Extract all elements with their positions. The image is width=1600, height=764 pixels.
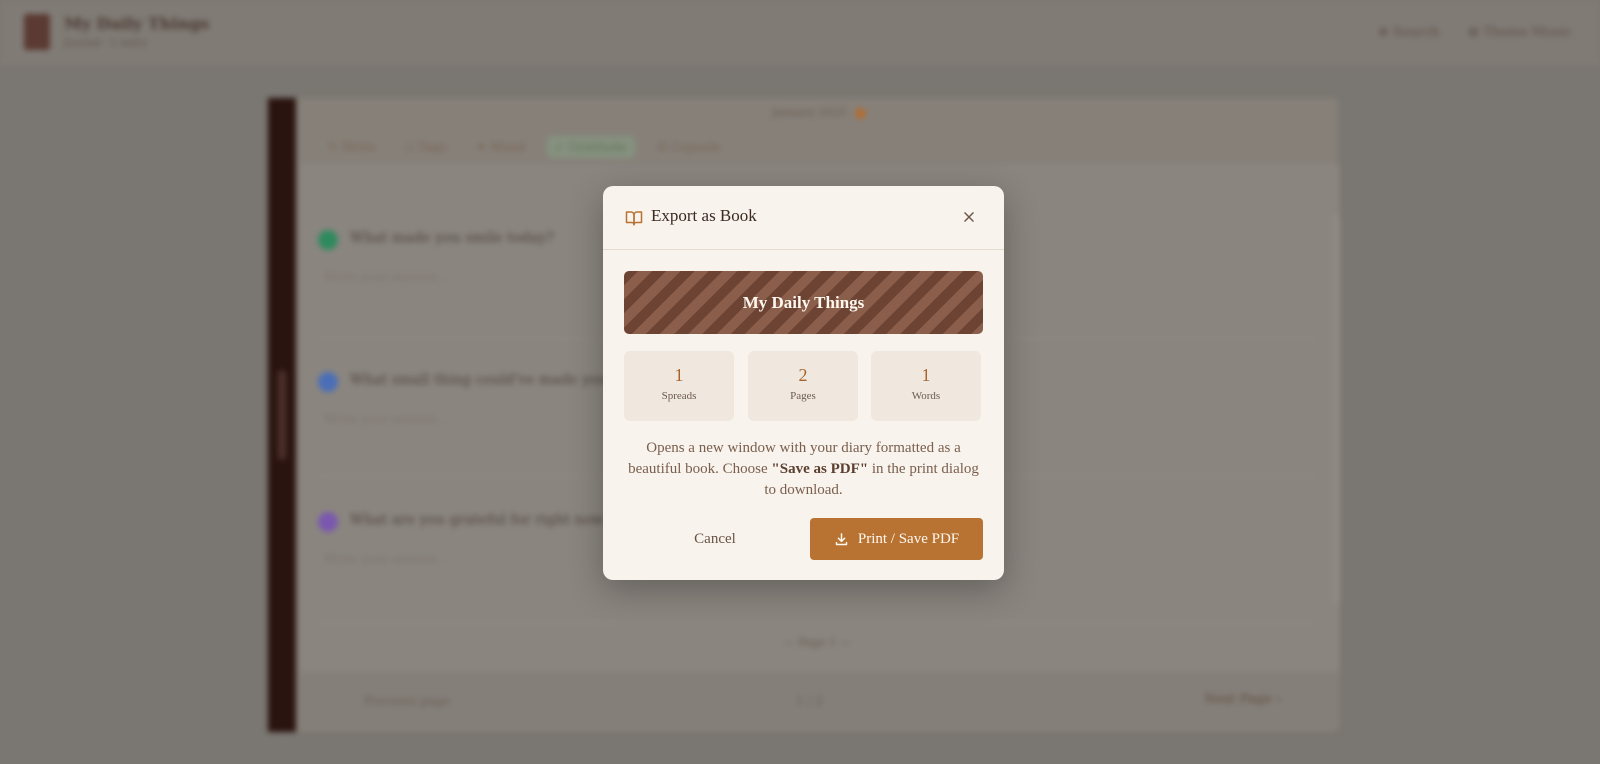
stat-value: 1 bbox=[674, 365, 684, 385]
date-chip: January 2025 bbox=[772, 106, 847, 119]
next-page-button[interactable]: Next Page › bbox=[1204, 692, 1281, 707]
book-open-icon bbox=[625, 209, 643, 227]
scrollbar[interactable] bbox=[1332, 214, 1340, 604]
stat-value: 2 bbox=[798, 365, 808, 385]
app-title: My Daily Things bbox=[64, 14, 210, 33]
prompt-input[interactable]: Write your answer... bbox=[324, 552, 447, 566]
tab-mood[interactable]: ✦ Mood bbox=[468, 136, 532, 158]
tab-tags[interactable]: ◇ Tags bbox=[397, 136, 454, 158]
close-button[interactable] bbox=[957, 206, 981, 230]
page-number: — Page 1 — bbox=[784, 636, 851, 649]
prompt-dot bbox=[318, 230, 338, 250]
stat-words: 1 Words bbox=[871, 351, 981, 421]
search-button[interactable]: ⊕ Search bbox=[1378, 25, 1439, 40]
tab-write[interactable]: ✎ Write bbox=[320, 136, 383, 158]
modal-header: Export as Book bbox=[603, 186, 1004, 250]
book-cover-preview: My Daily Things bbox=[624, 271, 983, 334]
stat-spreads: 1 Spreads bbox=[624, 351, 734, 421]
spine-label bbox=[278, 370, 286, 460]
download-icon bbox=[834, 532, 849, 547]
print-button-label: Print / Save PDF bbox=[857, 530, 960, 547]
editor-tabs: ✎ Write ◇ Tags ✦ Mood ✓ Gratitude ☺ Caps… bbox=[320, 136, 728, 158]
stat-label: Pages bbox=[790, 390, 816, 402]
prompt-input[interactable]: Write your answer... bbox=[324, 412, 447, 426]
stat-pages: 2 Pages bbox=[748, 351, 858, 421]
app-logo bbox=[24, 14, 50, 50]
prompt-label: What are you grateful for right now? bbox=[350, 512, 612, 528]
theme-music-button[interactable]: ⊞ Theme Music bbox=[1468, 25, 1572, 40]
stat-label: Words bbox=[911, 390, 941, 402]
prompt-dot bbox=[318, 512, 338, 532]
prompt-input[interactable]: Write your answer... bbox=[324, 270, 447, 284]
date-dot bbox=[855, 108, 866, 119]
page-indicator: 1 / 2 bbox=[796, 694, 823, 708]
prompt-dot bbox=[318, 372, 338, 392]
close-icon bbox=[962, 209, 976, 228]
modal-title: Export as Book bbox=[651, 206, 757, 225]
tab-capsule[interactable]: ☺ Capsule bbox=[649, 136, 728, 158]
cancel-button[interactable]: Cancel bbox=[635, 518, 795, 560]
prompt-label: What made you smile today? bbox=[350, 230, 554, 246]
export-modal: Export as Book My Daily Things 1 Spreads… bbox=[603, 186, 1004, 580]
export-description: Opens a new window with your diary forma… bbox=[623, 438, 984, 501]
cover-title: My Daily Things bbox=[742, 292, 865, 312]
divider bbox=[320, 622, 1316, 623]
print-save-pdf-button[interactable]: Print / Save PDF bbox=[810, 518, 983, 560]
previous-page-button[interactable]: Previous page bbox=[364, 694, 450, 708]
app-subtitle: Journal · 1 entry bbox=[64, 38, 147, 49]
stat-label: Spreads bbox=[661, 390, 697, 402]
tab-gratitude[interactable]: ✓ Gratitude bbox=[546, 136, 635, 158]
top-bar bbox=[0, 0, 1600, 64]
description-emphasis: "Save as PDF" bbox=[771, 461, 869, 477]
stat-value: 1 bbox=[921, 365, 931, 385]
